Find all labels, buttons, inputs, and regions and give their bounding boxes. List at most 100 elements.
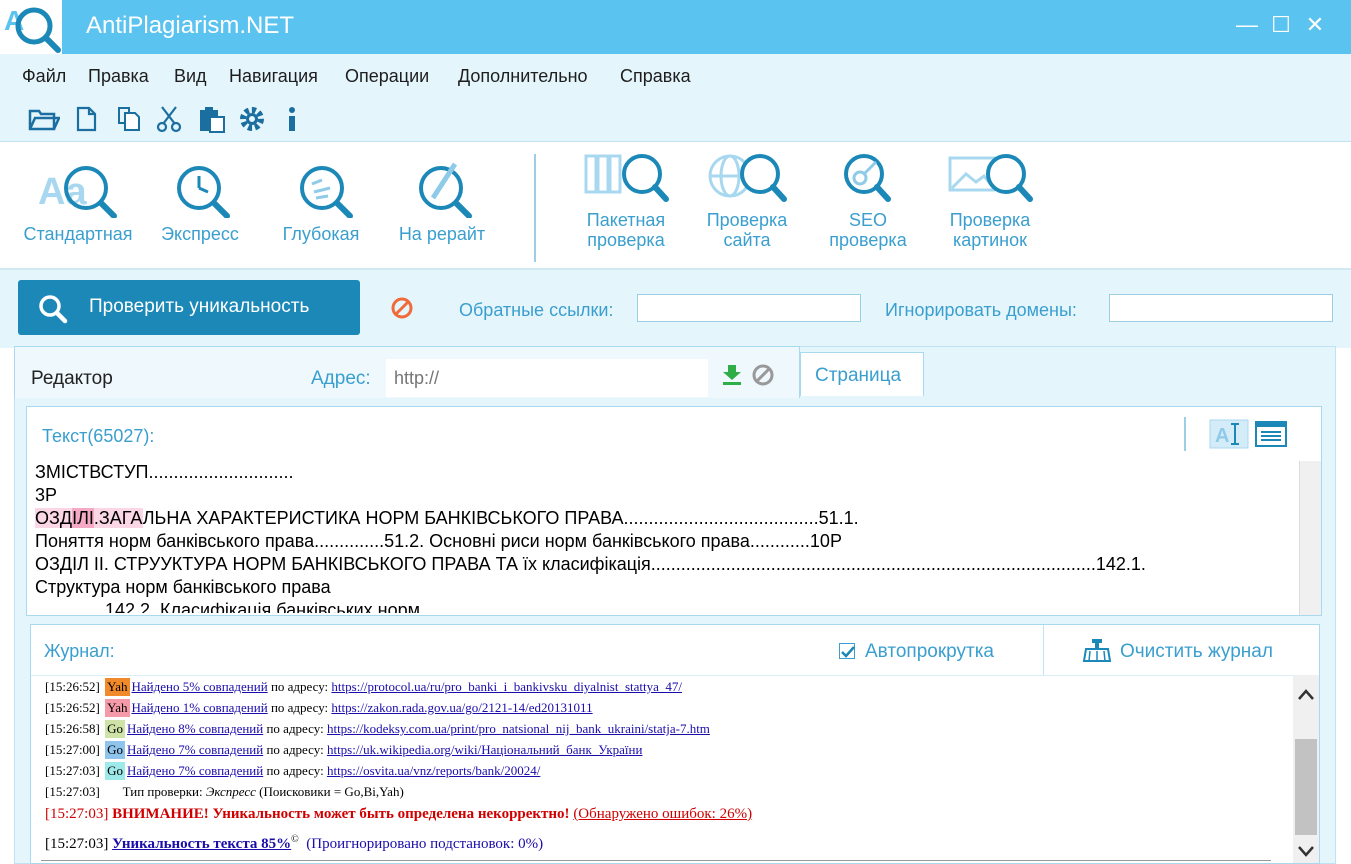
entry-time: [15:27:03] (45, 806, 109, 822)
tab-page-label: Страница (815, 365, 902, 386)
journal-entry: [15:27:00] Go Найдено 7% совпадений по ад… (45, 741, 642, 759)
journal-warning: [15:27:03] ВНИМАНИЕ! Уникальность может … (45, 804, 752, 824)
journal-entry: [15:26:52] Yah Найдено 5% совпадений по а… (45, 678, 682, 696)
open-folder-icon[interactable] (28, 105, 61, 133)
mode-deep-button[interactable]: Глубокая (272, 152, 370, 244)
scrollbar-thumb[interactable] (1295, 739, 1317, 835)
source-url-link[interactable]: https://kodeksy.com.ua/print/pro_natsion… (327, 721, 710, 736)
text-scrollbar[interactable] (1299, 461, 1321, 615)
text-header-separator (1184, 417, 1186, 451)
mode-rewrite-label: На рерайт (398, 224, 486, 244)
match-link[interactable]: Найдено 8% совпадений (127, 721, 263, 736)
menu-file[interactable]: Файл (22, 66, 66, 87)
site-check-button[interactable]: Проверка сайта (698, 152, 796, 250)
mode-deep-label: Глубокая (282, 224, 360, 244)
text-line: ОЗДІЛ ІІ. СТРУУКТУРА НОРМ БАНКІВСЬКОГО П… (35, 554, 1146, 574)
globe-search-icon (708, 154, 787, 202)
copy-icon[interactable] (116, 105, 144, 133)
text-line: 3Р (35, 485, 58, 505)
deep-search-icon (300, 166, 353, 218)
journal-log: [15:26:52] Yah Найдено 5% совпадений по а… (31, 675, 1293, 863)
text-list-view-icon[interactable] (1255, 421, 1287, 447)
mode-express-label: Экспресс (161, 224, 239, 244)
site-check-label-2: сайта (723, 230, 771, 250)
paste-icon[interactable] (198, 105, 226, 133)
stop-icon[interactable] (390, 296, 414, 325)
scroll-down-icon[interactable] (1297, 845, 1315, 859)
mode-rewrite-button[interactable]: На рерайт (390, 152, 494, 244)
match-link[interactable]: Найдено 7% совпадений (127, 763, 263, 778)
autoscroll-checkbox[interactable] (839, 643, 855, 659)
journal-panel: Журнал: Автопрокрутка Очистить журнал [1… (30, 624, 1320, 864)
text-editor-area[interactable]: ЗМІСТВСТУП............................. … (35, 461, 1297, 613)
cancel-load-icon[interactable] (751, 363, 775, 387)
broom-icon (1082, 639, 1112, 662)
search-engine-badge: Go (105, 741, 126, 759)
download-icon[interactable] (721, 363, 743, 385)
menu-view[interactable]: Вид (174, 66, 207, 87)
menu-operations[interactable]: Операции (345, 66, 429, 87)
settings-gear-icon[interactable] (238, 105, 266, 133)
close-button[interactable]: ✕ (1300, 10, 1330, 40)
source-url-link[interactable]: https://protocol.ua/ru/pro_banki_i_banki… (331, 679, 682, 694)
text-line: ЗМІСТВСТУП............................. (35, 462, 294, 482)
mode-standard-label: Стандартная (23, 224, 133, 244)
clock-search-icon (177, 166, 230, 218)
entry-by: по адресу: (263, 763, 327, 778)
check-type-prefix: Тип проверки: (122, 784, 206, 799)
minimize-button[interactable]: — (1232, 10, 1262, 40)
mode-standard-button[interactable]: Aa Стандартная (20, 152, 136, 244)
source-url-link[interactable]: https://osvita.ua/vnz/reports/bank/20024… (327, 763, 540, 778)
match-link[interactable]: Найдено 5% совпадений (132, 679, 268, 694)
warning-text: ВНИМАНИЕ! Уникальность может быть опреде… (112, 806, 570, 822)
menu-edit[interactable]: Правка (88, 66, 149, 87)
entry-time: [15:27:00] (45, 742, 100, 757)
mode-express-button[interactable]: Экспресс (152, 152, 248, 244)
maximize-button[interactable]: ☐ (1266, 10, 1296, 40)
journal-check-type: [15:27:03] Тип проверки: Экспресс (Поиск… (45, 783, 404, 801)
text-format-icon[interactable]: A (1209, 419, 1249, 449)
pencil-search-icon (419, 162, 472, 218)
menu-navigation[interactable]: Навигация (229, 66, 318, 87)
journal-scrollbar[interactable] (1293, 675, 1319, 863)
search-engine-badge: Yah (105, 678, 130, 696)
match-link[interactable]: Найдено 1% совпадений (132, 700, 268, 715)
ignored-substitutions-link[interactable]: (Проигнорировано подстановок: 0%) (306, 836, 543, 852)
clear-journal-button[interactable]: Очистить журнал (1043, 625, 1319, 675)
backlinks-input[interactable] (637, 294, 861, 322)
menu-bar: Файл Правка Вид Навигация Операции Допол… (0, 54, 1351, 98)
seo-check-button[interactable]: SEO проверка (818, 152, 918, 250)
tab-page[interactable]: Страница (800, 352, 924, 396)
source-url-link[interactable]: https://uk.wikipedia.org/wiki/Національн… (327, 742, 643, 757)
batch-check-button[interactable]: Пакетная проверка (576, 152, 676, 250)
ignore-domains-input[interactable] (1109, 294, 1333, 322)
scroll-up-icon[interactable] (1297, 687, 1315, 701)
warning-detail-link[interactable]: (Обнаружено ошибок: 26%) (573, 806, 752, 822)
text-line: Поняття норм банківського права.........… (35, 531, 842, 551)
highlight-match: .ЗАГА (93, 508, 143, 528)
cut-icon[interactable] (156, 105, 184, 133)
image-check-button[interactable]: Проверка картинок (938, 152, 1042, 250)
match-link[interactable]: Найдено 7% совпадений (127, 742, 263, 757)
site-check-label-1: Проверка (706, 210, 788, 230)
source-url-link[interactable]: https://zakon.rada.gov.ua/go/2121-14/ed2… (331, 700, 592, 715)
menu-help[interactable]: Справка (620, 66, 691, 87)
seo-search-icon (844, 154, 891, 202)
check-uniqueness-button[interactable]: Проверить уникальность (18, 280, 360, 335)
search-engine-badge: Yah (105, 699, 130, 717)
tab-editor[interactable]: Редактор Адрес: (14, 346, 800, 398)
seo-check-label-1: SEO (848, 210, 887, 230)
text-panel: Текст(65027): A ЗМІСТВСТУП..............… (26, 406, 1322, 616)
autoscroll-label[interactable]: Автопрокрутка (865, 641, 994, 663)
new-file-icon[interactable] (74, 105, 102, 133)
window-title: AntiPlagiarism.NET (86, 12, 295, 39)
uniqueness-result-link[interactable]: Уникальность текста 85% (112, 836, 291, 852)
menu-extra[interactable]: Дополнительно (458, 66, 588, 87)
highlight-match: ІЛІ (72, 508, 94, 528)
image-check-label-1: Проверка (949, 210, 1031, 230)
seo-check-label-2: проверка (829, 230, 907, 250)
address-input[interactable] (386, 359, 708, 397)
toolbar (0, 98, 1351, 142)
text-header: Текст(65027): A (27, 407, 1321, 459)
info-icon[interactable] (282, 105, 310, 133)
